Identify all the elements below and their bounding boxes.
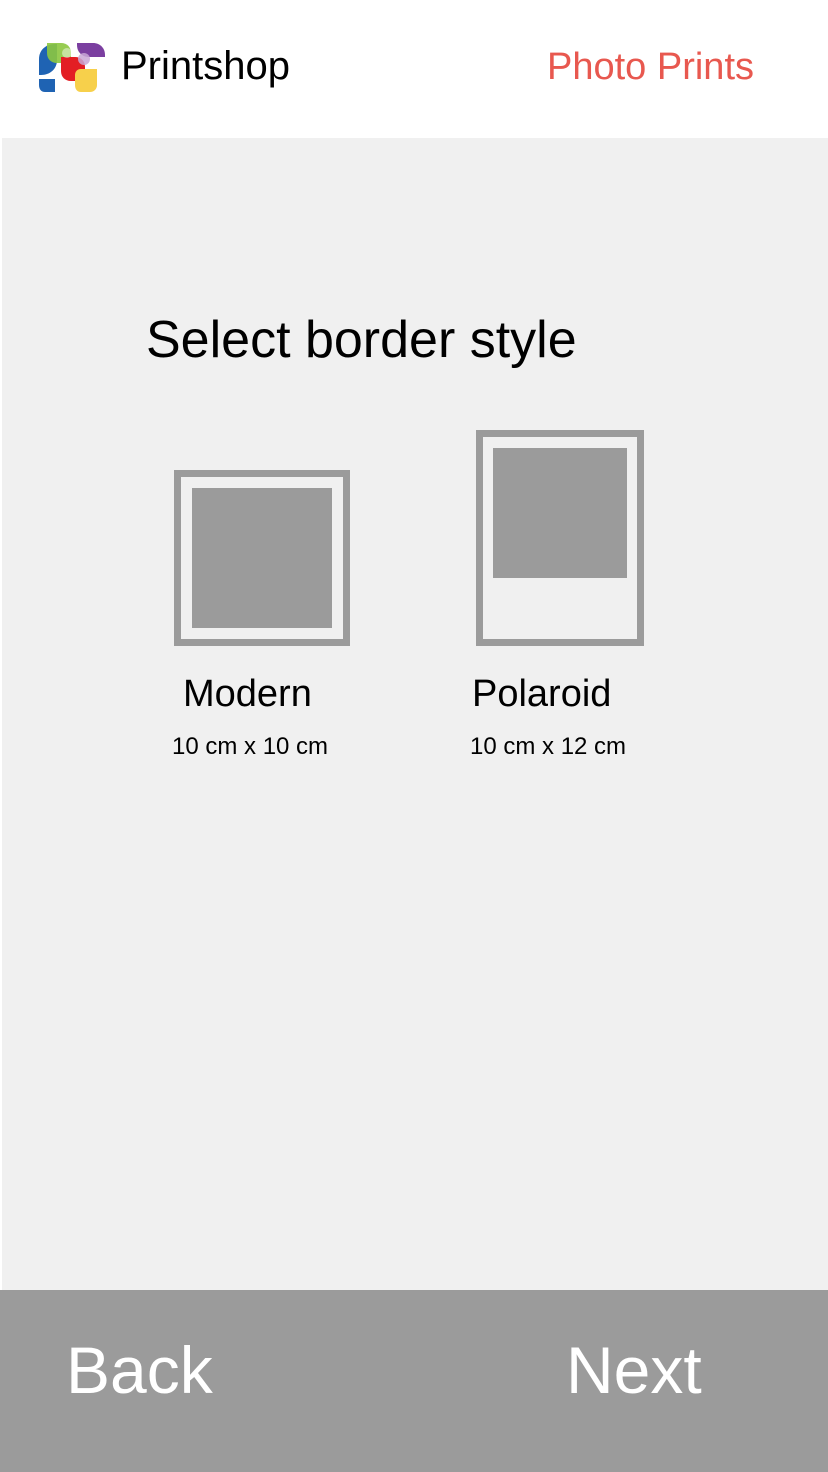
next-button[interactable]: Next	[566, 1330, 702, 1410]
back-button[interactable]: Back	[66, 1330, 213, 1410]
main-content: Select border style Modern 10 cm x 10 cm…	[2, 138, 828, 1290]
polaroid-border-thumbnail	[476, 430, 644, 646]
photo-prints-link[interactable]: Photo Prints	[547, 44, 754, 90]
footer-bar: Back Next	[0, 1290, 828, 1472]
option-name: Modern	[183, 673, 312, 715]
modern-border-thumbnail	[174, 470, 350, 646]
border-option-modern[interactable]: Modern 10 cm x 10 cm	[162, 466, 362, 766]
page-title: Select border style	[146, 311, 577, 369]
printshop-logo-icon	[39, 43, 105, 92]
app-header: Printshop Photo Prints	[0, 0, 828, 138]
option-size: 10 cm x 12 cm	[470, 733, 627, 760]
app-title: Printshop	[121, 44, 290, 88]
border-option-polaroid[interactable]: Polaroid 10 cm x 12 cm	[462, 426, 662, 766]
option-name: Polaroid	[472, 673, 612, 715]
option-size: 10 cm x 10 cm	[172, 733, 329, 760]
